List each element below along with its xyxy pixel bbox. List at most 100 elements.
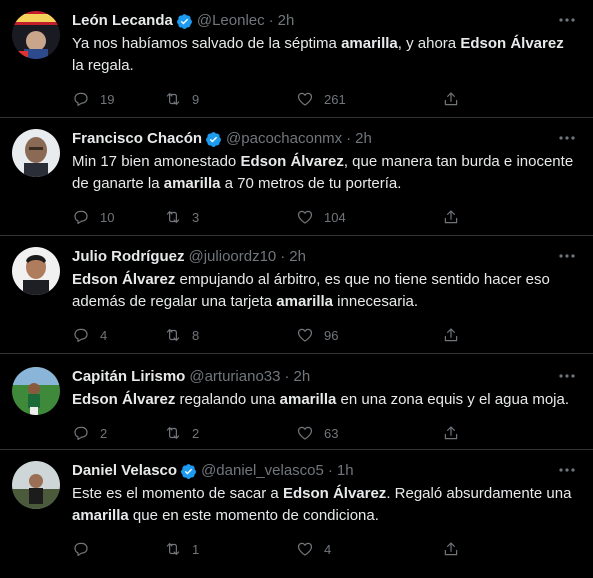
- avatar[interactable]: [12, 247, 60, 295]
- like-button[interactable]: 63: [296, 424, 442, 442]
- reply-button[interactable]: 2: [72, 424, 164, 442]
- author-handle[interactable]: @pacochaconmx: [226, 129, 342, 149]
- more-icon[interactable]: [557, 128, 577, 148]
- like-icon: [297, 542, 313, 556]
- retweet-button[interactable]: 3: [164, 208, 296, 226]
- tweet-actions: 10 3 104: [72, 207, 577, 227]
- retweet-count: 1: [192, 541, 200, 557]
- retweet-icon: [166, 329, 180, 341]
- more-icon[interactable]: [557, 366, 577, 386]
- more-icon[interactable]: [557, 460, 577, 480]
- tweet-text: Edson Álvarez regalando una amarilla en …: [72, 389, 577, 411]
- tweet[interactable]: Julio Rodríguez @julioordz10 · 2h Edson …: [0, 236, 593, 354]
- tweet-header: Daniel Velasco @daniel_velasco5 · 1h: [72, 461, 577, 481]
- avatar[interactable]: [12, 367, 60, 415]
- tweet-actions: 1 4: [72, 539, 577, 559]
- share-button[interactable]: [442, 90, 472, 108]
- author-name[interactable]: Julio Rodríguez: [72, 247, 185, 267]
- tweet[interactable]: Capitán Lirismo @arturiano33 · 2h Edson …: [0, 354, 593, 450]
- separator-dot: ·: [280, 248, 286, 265]
- author-name[interactable]: Francisco Chacón: [72, 129, 202, 149]
- retweet-button[interactable]: 2: [164, 424, 296, 442]
- tweet-header: Capitán Lirismo @arturiano33 · 2h: [72, 367, 577, 387]
- like-button[interactable]: 4: [296, 540, 442, 558]
- timestamp[interactable]: 2h: [278, 11, 295, 31]
- verified-badge-icon: [180, 463, 197, 480]
- tweet-feed: León Lecanda @Leonlec · 2h Ya nos habíam…: [0, 0, 593, 578]
- tweet[interactable]: León Lecanda @Leonlec · 2h Ya nos habíam…: [0, 0, 593, 118]
- like-count: 96: [324, 327, 339, 343]
- tweet[interactable]: Daniel Velasco @daniel_velasco5 · 1h Est…: [0, 450, 593, 578]
- share-button[interactable]: [442, 208, 472, 226]
- reply-count: 4: [100, 327, 108, 343]
- retweet-icon: [166, 211, 180, 223]
- highlighted-keyword: Edson Álvarez: [240, 153, 344, 170]
- author-handle[interactable]: @Leonlec: [197, 11, 265, 31]
- retweet-button[interactable]: 1: [164, 540, 296, 558]
- text-segment: , y ahora: [397, 35, 461, 52]
- timestamp[interactable]: 2h: [355, 129, 372, 149]
- text-segment: regalando una: [175, 391, 280, 408]
- text-segment: innecesaria.: [333, 293, 419, 310]
- like-icon: [297, 426, 313, 440]
- retweet-count: 3: [192, 209, 200, 225]
- reply-button[interactable]: 4: [72, 326, 164, 344]
- tweet[interactable]: Francisco Chacón @pacochaconmx · 2h Min …: [0, 118, 593, 236]
- retweet-count: 2: [192, 425, 200, 441]
- author-name[interactable]: Daniel Velasco: [72, 461, 177, 481]
- reply-icon: [74, 328, 88, 342]
- author-name[interactable]: Capitán Lirismo: [72, 367, 185, 387]
- highlighted-keyword: Edson Álvarez: [72, 271, 176, 288]
- reply-button[interactable]: [72, 540, 164, 558]
- reply-count: 10: [100, 209, 115, 225]
- author-name[interactable]: León Lecanda: [72, 11, 173, 31]
- avatar[interactable]: [12, 11, 60, 59]
- reply-icon: [74, 210, 88, 224]
- reply-count: 2: [100, 425, 108, 441]
- tweet-text: Ya nos habíamos salvado de la séptima am…: [72, 33, 577, 77]
- share-icon: [444, 542, 458, 556]
- retweet-button[interactable]: 9: [164, 90, 296, 108]
- like-count: 4: [324, 541, 332, 557]
- author-handle[interactable]: @arturiano33: [189, 367, 280, 387]
- highlighted-keyword: amarilla: [276, 293, 334, 310]
- share-button[interactable]: [442, 424, 472, 442]
- separator-dot: ·: [327, 462, 333, 479]
- text-segment: en una zona equis y el agua moja.: [336, 391, 570, 408]
- timestamp[interactable]: 2h: [293, 367, 310, 387]
- highlighted-keyword: amarilla: [341, 35, 398, 52]
- reply-count: 19: [100, 91, 115, 107]
- like-count: 261: [324, 91, 346, 107]
- verified-badge-icon: [205, 131, 222, 148]
- verified-badge-icon: [176, 13, 193, 30]
- timestamp[interactable]: 2h: [289, 247, 306, 267]
- text-segment: . Regaló absurdamente una: [386, 485, 572, 502]
- like-button[interactable]: 104: [296, 208, 442, 226]
- tweet-header: Francisco Chacón @pacochaconmx · 2h: [72, 129, 577, 149]
- highlighted-keyword: amarilla: [163, 175, 221, 192]
- share-button[interactable]: [442, 540, 472, 558]
- timestamp[interactable]: 1h: [337, 461, 354, 481]
- author-handle[interactable]: @julioordz10: [189, 247, 277, 267]
- more-icon[interactable]: [557, 10, 577, 30]
- share-icon: [444, 328, 458, 342]
- like-button[interactable]: 96: [296, 326, 442, 344]
- reply-icon: [74, 426, 88, 440]
- like-button[interactable]: 261: [296, 90, 442, 108]
- tweet-actions: 4 8 96: [72, 325, 577, 345]
- avatar[interactable]: [12, 461, 60, 509]
- author-handle[interactable]: @daniel_velasco5: [201, 461, 324, 481]
- reply-button[interactable]: 19: [72, 90, 164, 108]
- reply-icon: [74, 542, 88, 556]
- reply-button[interactable]: 10: [72, 208, 164, 226]
- text-segment: Ya nos habíamos salvado de la séptima: [72, 35, 342, 52]
- avatar[interactable]: [12, 129, 60, 177]
- share-icon: [444, 426, 458, 440]
- share-button[interactable]: [442, 326, 472, 344]
- more-icon[interactable]: [557, 246, 577, 266]
- retweet-count: 9: [192, 91, 200, 107]
- tweet-text: Este es el momento de sacar a Edson Álva…: [72, 483, 577, 527]
- tweet-actions: 19 9 261: [72, 89, 577, 109]
- retweet-button[interactable]: 8: [164, 326, 296, 344]
- text-segment: a 70 metros de tu portería.: [220, 175, 402, 192]
